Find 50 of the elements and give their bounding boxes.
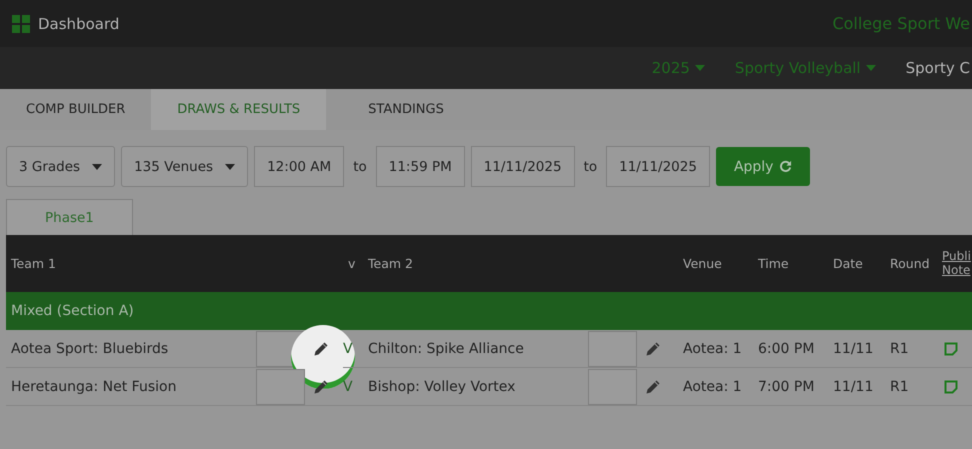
- pencil-icon: [313, 340, 329, 356]
- venues-dropdown[interactable]: 135 Venues: [121, 146, 248, 187]
- round-cell: R1: [885, 368, 937, 406]
- pencil-icon: [313, 378, 329, 394]
- group-row: Mixed (Section A): [6, 292, 972, 330]
- column-header: Team 1: [6, 235, 343, 292]
- venue-cell: Aotea: 1: [678, 368, 753, 406]
- note-icon: [944, 342, 958, 356]
- pencil-icon: [645, 378, 661, 394]
- score-field[interactable]: [588, 330, 637, 366]
- column-header: Time: [753, 235, 828, 292]
- venue-cell: Aotea: 1: [678, 330, 753, 368]
- time-field[interactable]: 11:59 PM: [376, 146, 465, 187]
- date-cell: 11/11: [828, 368, 885, 406]
- score-field[interactable]: [256, 368, 305, 404]
- date-field[interactable]: 11/11/2025: [606, 146, 710, 187]
- versus-label: V: [343, 368, 363, 406]
- range-label: to: [352, 158, 368, 174]
- tab[interactable]: COMP BUILDER: [0, 89, 152, 130]
- dashboard-title[interactable]: Dashboard: [38, 14, 120, 32]
- note-icon: [944, 380, 958, 394]
- round-cell: R1: [885, 330, 937, 368]
- caret-icon: [92, 164, 102, 170]
- column-header: v: [343, 235, 363, 292]
- apply-button[interactable]: Apply: [716, 147, 810, 186]
- site-title: College Sport We: [832, 14, 970, 33]
- grid-icon[interactable]: [12, 14, 30, 32]
- caret-icon: [866, 65, 876, 71]
- column-header: Date: [828, 235, 885, 292]
- refresh-icon: [779, 160, 792, 173]
- time-cell: 7:00 PM: [753, 368, 828, 406]
- caret-icon: [225, 164, 236, 170]
- versus-label: V: [343, 330, 363, 368]
- score-field[interactable]: [588, 368, 637, 404]
- date-cell: 11/11: [828, 330, 885, 368]
- menu-item[interactable]: Sporty C: [906, 59, 970, 77]
- tab[interactable]: DRAWS & RESULTS: [151, 89, 326, 130]
- note-button[interactable]: [942, 378, 960, 396]
- column-header: Venue: [678, 235, 753, 292]
- time-field[interactable]: 12:00 AM: [254, 146, 344, 187]
- grades-dropdown[interactable]: 3 Grades: [6, 146, 116, 187]
- caret-icon: [694, 65, 705, 71]
- pencil-icon: [645, 340, 661, 356]
- tab[interactable]: STANDINGS: [326, 89, 470, 130]
- range-label: to: [582, 158, 598, 174]
- column-header: Team 2: [363, 235, 678, 292]
- note-button[interactable]: [942, 340, 960, 358]
- column-header: Round: [885, 235, 937, 292]
- date-field[interactable]: 11/11/2025: [470, 146, 575, 187]
- time-cell: 6:00 PM: [753, 330, 828, 368]
